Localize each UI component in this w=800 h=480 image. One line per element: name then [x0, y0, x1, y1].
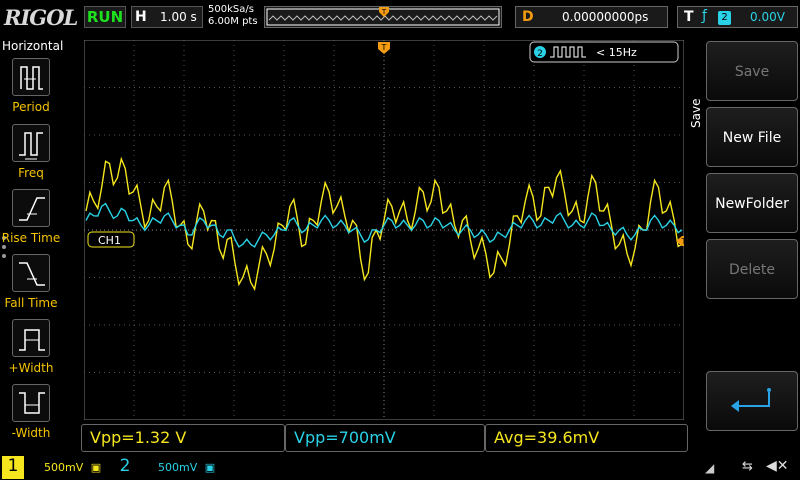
fall-time-icon	[12, 254, 50, 292]
trigger-level-marker-label: T	[681, 237, 684, 246]
rise-time-icon	[12, 189, 50, 227]
return-icon	[731, 388, 771, 412]
delay-value: 0.00000000ps	[562, 10, 649, 24]
measurement-vpp-ch2[interactable]: Vpp=700mV	[285, 424, 485, 452]
menu-item-label: Freq	[18, 166, 44, 180]
menu-item-fall-time[interactable]: Fall Time	[0, 254, 62, 320]
return-button[interactable]	[706, 371, 798, 431]
right-save-menu: Save Save New File NewFolder Delete	[686, 36, 800, 456]
channel-status-bar: 1 500mV ▣ 2 500mV ▣ ◢ ⇆ ◀✕	[0, 455, 800, 480]
trigger-level: 0.00V	[750, 10, 785, 24]
trigger-box[interactable]: T ƒ 2 0.00V	[677, 6, 798, 28]
speaker-muted-icon[interactable]: ◀✕	[766, 458, 789, 474]
menu-item-label: +Width	[8, 361, 54, 375]
left-measure-menu: Horizontal Period Freq Rise Time Fall Ti…	[0, 36, 64, 456]
svg-text:T: T	[381, 43, 387, 52]
menu-item-freq[interactable]: Freq	[0, 124, 62, 190]
measurement-avg-ch1[interactable]: Avg=39.6mV	[485, 424, 688, 452]
period-icon	[12, 58, 50, 96]
delete-button[interactable]: Delete	[706, 239, 798, 299]
menu-item-label: Rise Time	[1, 231, 61, 245]
new-file-button[interactable]: New File	[706, 107, 798, 167]
menu-item-period[interactable]: Period	[0, 58, 62, 124]
svg-text:2: 2	[537, 49, 543, 59]
menu-item-label: Fall Time	[4, 296, 58, 310]
horizontal-timebase-box[interactable]: H 1.00 s	[131, 6, 203, 28]
svg-text:< 15Hz: < 15Hz	[596, 46, 637, 59]
menu-item-label: -Width	[11, 426, 51, 440]
channel-1-number[interactable]: 1	[2, 456, 24, 479]
run-status-badge[interactable]: RUN	[84, 6, 126, 28]
frequency-counter-badge: 2 < 15Hz	[529, 41, 679, 63]
memory-depth: 6.00M pts	[208, 16, 258, 27]
save-button[interactable]: Save	[706, 41, 798, 101]
ch1-coupling-icon: ▣	[90, 461, 102, 474]
menu-item-negative-width[interactable]: -Width	[0, 384, 62, 450]
menu-item-label: Period	[12, 100, 50, 114]
svg-text:T: T	[381, 8, 387, 16]
menu-title: Horizontal	[2, 39, 64, 53]
trigger-label: T	[684, 9, 694, 25]
menu-item-rise-time[interactable]: Rise Time	[0, 189, 62, 255]
channel-2-scale[interactable]: 500mV ▣	[140, 458, 224, 477]
timebase-value: 1.00 s	[160, 10, 197, 24]
negative-width-icon	[12, 384, 50, 422]
measurement-vpp-ch1[interactable]: Vpp=1.32 V	[81, 424, 285, 452]
menu-tab-save[interactable]: Save	[689, 99, 703, 128]
ch1-scale-value: 500mV	[44, 461, 84, 474]
memory-position-bar[interactable]: T	[264, 6, 502, 28]
ch2-coupling-icon: ▣	[204, 461, 216, 474]
acquisition-info: 500kSa/s 6.00M pts	[208, 4, 258, 28]
memory-waveform-preview: T	[266, 7, 500, 26]
waveform-display[interactable]: T T 1 CH1 2 < 15Hz	[84, 40, 684, 420]
positive-width-icon	[12, 319, 50, 357]
channel-1-scale[interactable]: 500mV ▣	[26, 458, 110, 477]
horizontal-label: H	[135, 9, 147, 25]
channel-2-number[interactable]: 2	[114, 456, 136, 476]
trigger-source: 2	[718, 11, 731, 25]
notification-icon: ◢	[705, 461, 715, 475]
top-status-bar: RIGOL RUN H 1.00 s 500kSa/s 6.00M pts T …	[0, 0, 800, 34]
delay-label: D	[522, 9, 534, 25]
usb-icon: ⇆	[742, 459, 753, 474]
menu-item-positive-width[interactable]: +Width	[0, 319, 62, 385]
new-folder-button[interactable]: NewFolder	[706, 173, 798, 233]
sample-rate: 500kSa/s	[208, 4, 254, 15]
brand-logo: RIGOL	[4, 5, 78, 30]
rising-edge-icon: ƒ	[702, 8, 707, 24]
frequency-icon	[12, 124, 50, 162]
ch2-scale-value: 500mV	[158, 461, 198, 474]
ch1-label: CH1	[98, 234, 121, 247]
delay-box[interactable]: D 0.00000000ps	[515, 6, 668, 28]
